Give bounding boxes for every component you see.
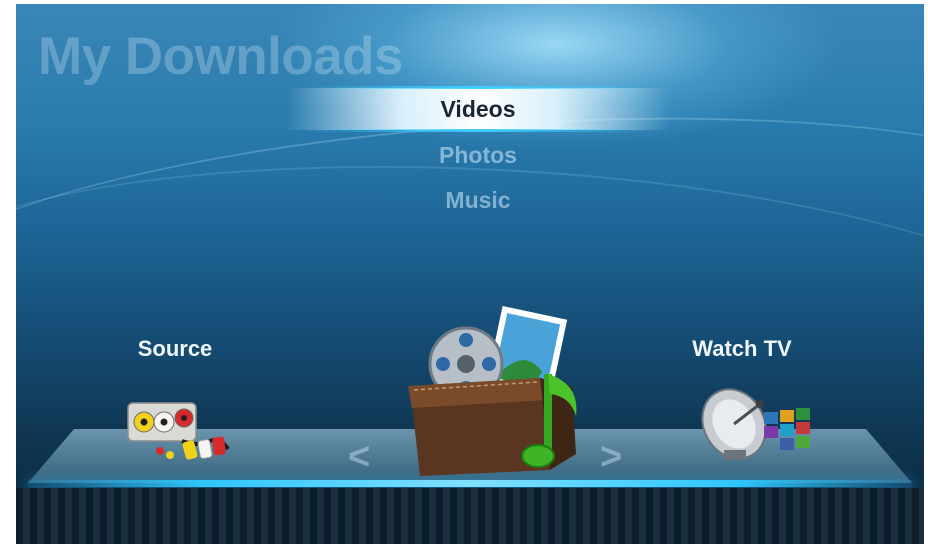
next-arrow[interactable]: > [600, 436, 622, 479]
previous-arrow[interactable]: < [348, 436, 370, 479]
watch-tv-label[interactable]: Watch TV [642, 336, 842, 362]
tv-screen: My Downloads Videos Photos Music Source … [16, 4, 924, 544]
satellite-dish-icon[interactable] [696, 382, 816, 464]
menu-item-photos[interactable]: Photos [286, 134, 670, 176]
striped-floor [16, 488, 924, 544]
menu-item-music[interactable]: Music [286, 179, 670, 221]
menu-item-videos[interactable]: Videos [286, 86, 670, 132]
av-connector-icon[interactable] [124, 397, 234, 467]
source-label[interactable]: Source [75, 336, 275, 362]
media-box-icon[interactable] [390, 304, 590, 484]
page-title: My Downloads [38, 27, 404, 86]
